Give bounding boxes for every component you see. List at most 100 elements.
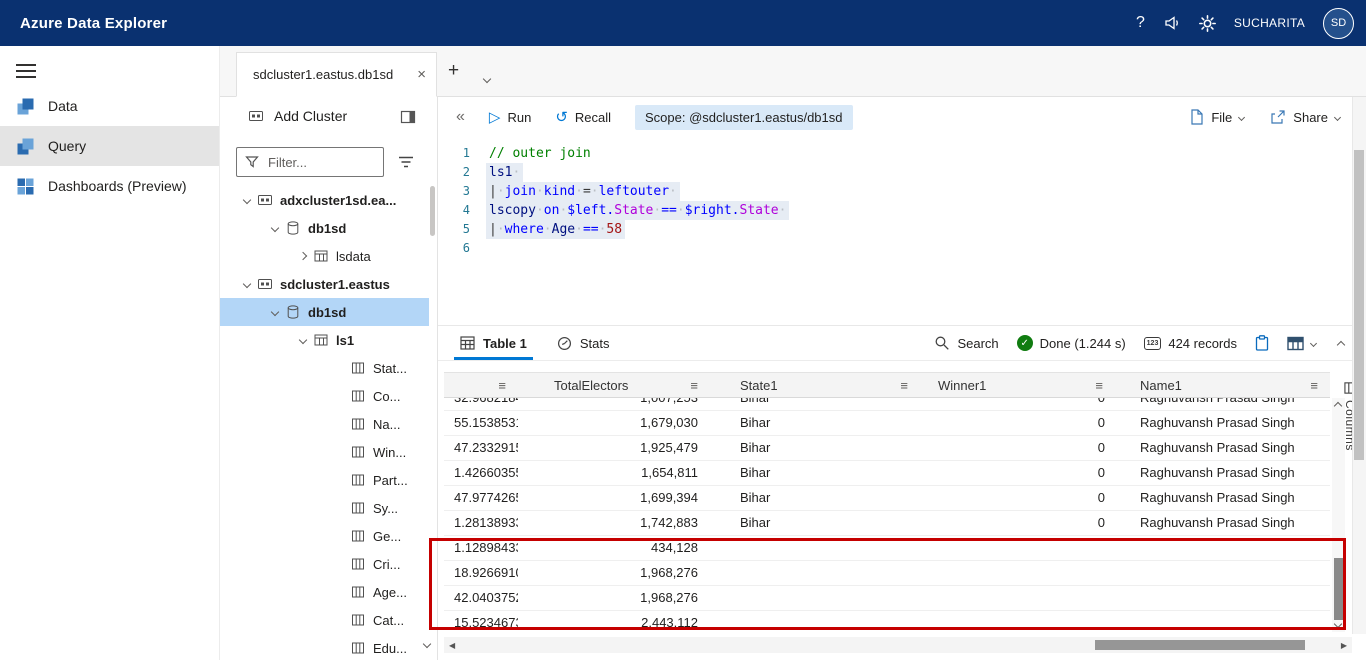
chevron-down-icon[interactable] (270, 307, 280, 317)
scroll-up-icon[interactable] (1333, 401, 1343, 411)
tree-item[interactable]: adxcluster1sd.ea... (220, 186, 429, 214)
column-header-state1[interactable]: State1 ≡ (710, 373, 920, 397)
collapse-results-icon[interactable] (1336, 336, 1346, 351)
chevron-down-icon[interactable] (242, 279, 252, 289)
page-vertical-scrollbar[interactable] (1352, 97, 1366, 634)
tree-item[interactable]: Win... (220, 438, 429, 466)
account-name[interactable]: SUCHARITA (1234, 16, 1305, 30)
column-menu-icon[interactable]: ≡ (690, 378, 710, 393)
data-icon (16, 97, 35, 116)
code-token: State (739, 203, 779, 218)
search-button[interactable]: Search (934, 335, 999, 351)
column-menu-icon[interactable]: ≡ (1095, 378, 1115, 393)
tree-item-label: lsdata (336, 248, 371, 264)
table-row[interactable]: 15.52346737 2,443,112 (444, 611, 1330, 632)
scope-chip[interactable]: Scope: @sdcluster1.eastus/db1sd (635, 104, 853, 130)
column-icon (350, 612, 366, 628)
tree-item[interactable]: lsdata (220, 242, 429, 270)
record-count: 123 424 records (1143, 336, 1237, 351)
tree-item[interactable]: Sy... (220, 494, 429, 522)
file-menu-button[interactable]: File (1190, 109, 1246, 125)
filter-input[interactable] (266, 153, 375, 171)
table-cell (710, 536, 920, 560)
collapse-pane-icon[interactable] (400, 109, 416, 128)
tree-item[interactable]: Age... (220, 578, 429, 606)
tree-item[interactable]: Stat... (220, 354, 429, 382)
scroll-down-icon[interactable] (1333, 619, 1343, 629)
run-button[interactable]: ▷ Run (489, 108, 531, 126)
chevron-right-icon[interactable] (298, 251, 308, 261)
tree-item[interactable]: Na... (220, 410, 429, 438)
code-token: Age (551, 222, 576, 237)
table-row[interactable]: 1.281389335 1,742,883 Bihar 0 Raghuvansh Pra… (444, 511, 1330, 536)
column-header-label: Winner1 (938, 377, 987, 393)
sidebar-item-label: Query (48, 138, 87, 154)
settings-gear-icon[interactable] (1198, 14, 1216, 32)
tab-stats[interactable]: Stats (557, 326, 609, 360)
azure-data-explorer-window: Azure Data Explorer ? SUCHARITA SD Data (0, 0, 1366, 660)
dashboards-icon (16, 177, 35, 196)
sidebar-item-data[interactable]: Data (0, 86, 219, 126)
grid-scrollbar-thumb[interactable] (1334, 558, 1343, 620)
column-menu-icon[interactable]: ≡ (498, 378, 518, 393)
view-layout-button[interactable] (1287, 336, 1318, 351)
share-menu-button[interactable]: Share (1270, 109, 1342, 125)
table-row[interactable]: 32.968218491,007,253Bihar0Raghuvansh Pra… (444, 398, 1330, 411)
chevron-down-icon[interactable] (270, 223, 280, 233)
sidebar-item-dashboards[interactable]: Dashboards (Preview) (0, 166, 219, 206)
column-menu-icon[interactable]: ≡ (900, 378, 920, 393)
tree-item[interactable]: Cri... (220, 550, 429, 578)
avatar[interactable]: SD (1323, 7, 1354, 39)
scroll-left-icon[interactable]: ◀ (449, 641, 455, 650)
query-editor[interactable]: 1// outer join 2 ls1· 3 |·join·kind·=·leftou… (438, 137, 1352, 325)
horizontal-scrollbar-thumb[interactable] (1095, 640, 1305, 650)
run-label: Run (507, 109, 532, 125)
tree-item[interactable]: db1sd (220, 214, 429, 242)
table-cell: 1,679,030 (640, 415, 698, 430)
tree-item[interactable]: Co... (220, 382, 429, 410)
add-cluster-button[interactable]: Add Cluster (248, 108, 347, 124)
tree-item[interactable]: Cat... (220, 606, 429, 634)
column-header[interactable]: ≡ (444, 373, 518, 397)
tree-item[interactable]: Edu... (220, 634, 429, 660)
column-menu-icon[interactable]: ≡ (1310, 378, 1330, 393)
table-row[interactable]: 47.97742655 1,699,394 Bihar 0 Raghuvansh Pra… (444, 486, 1330, 511)
chevron-down-icon[interactable] (298, 335, 308, 345)
column-header-totalelectors[interactable]: TotalElectors ≡ (518, 373, 710, 397)
hamburger-menu-icon[interactable] (16, 60, 36, 82)
copy-results-icon[interactable] (1255, 335, 1269, 351)
table-row[interactable]: 55.15385317 1,679,030 Bihar 0 Raghuvansh Pra… (444, 411, 1330, 436)
page-scrollbar-thumb[interactable] (1354, 150, 1364, 460)
code-token: where (504, 222, 544, 237)
table-row[interactable]: 1.128984339 434,128 (444, 536, 1330, 561)
column-header-name1[interactable]: Name1 ≡ (1115, 373, 1330, 397)
feedback-icon[interactable] (1163, 14, 1181, 32)
collapse-left-icon[interactable]: « (456, 108, 465, 126)
new-tab-icon[interactable]: + (448, 60, 459, 82)
help-icon[interactable]: ? (1136, 14, 1145, 32)
filter-options-icon[interactable] (398, 155, 414, 172)
recall-button[interactable]: ↺ Recall (555, 108, 611, 126)
table-row[interactable]: 42.04037528 1,968,276 (444, 586, 1330, 611)
tree-scroll-down-icon[interactable] (422, 635, 432, 650)
results-toolbar: Table 1 Stats Search ✓ Done (1.244 s) 12… (438, 325, 1352, 361)
tree-item[interactable]: sdcluster1.eastus (220, 270, 429, 298)
table-row[interactable]: 18.92669102 1,968,276 (444, 561, 1330, 586)
tree-item[interactable]: db1sd (220, 298, 429, 326)
column-header-label: State1 (740, 377, 778, 393)
table-row[interactable]: 1.426603557 1,654,811 Bihar 0 Raghuvansh Pra… (444, 461, 1330, 486)
tree-item[interactable]: Part... (220, 466, 429, 494)
tab-list-chevron-icon[interactable] (482, 70, 492, 85)
chevron-down-icon[interactable] (242, 195, 252, 205)
tree-item[interactable]: ls1 (220, 326, 429, 354)
connection-pane: Add Cluster adxcluster1sd.ea... db1sd lsda… (220, 97, 438, 660)
sidebar-item-query[interactable]: Query (0, 126, 219, 166)
query-tab[interactable]: sdcluster1.eastus.db1sd × (236, 52, 437, 97)
close-tab-icon[interactable]: × (417, 66, 426, 83)
tree-scrollbar-thumb[interactable] (430, 186, 435, 236)
tree-item[interactable]: Ge... (220, 522, 429, 550)
column-header-winner1[interactable]: Winner1 ≡ (920, 373, 1115, 397)
scroll-right-icon[interactable]: ▶ (1341, 641, 1347, 650)
table-row[interactable]: 47.23329153 1,925,479 Bihar 0 Raghuvansh Pra… (444, 436, 1330, 461)
tab-table-1[interactable]: Table 1 (454, 326, 533, 360)
